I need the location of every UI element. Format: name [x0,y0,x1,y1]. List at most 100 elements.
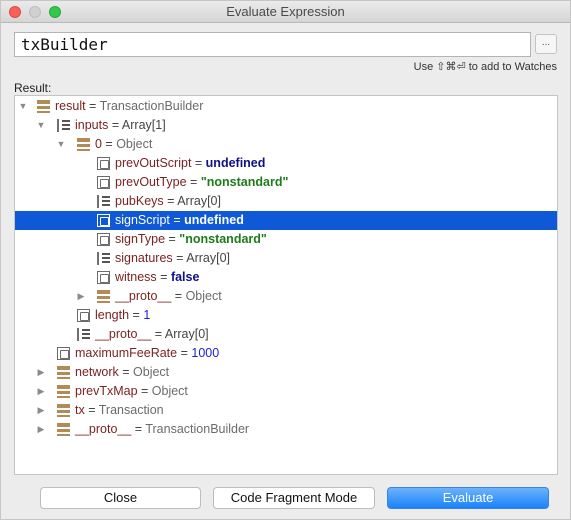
tree-item-name: inputs [75,118,109,132]
tree-item-value: Object [185,289,222,303]
tree-item-equals: = [85,99,100,113]
tree-item-value: 1 [143,308,151,322]
tree-row[interactable]: ▼ inputs = Array[1] [15,116,557,135]
primitive-icon [77,309,90,322]
expression-input[interactable] [14,32,531,57]
object-icon [57,423,70,436]
tree-item-value: "nonstandard" [179,232,267,246]
result-tree[interactable]: ▼ result = TransactionBuilder ▼ inputs =… [14,95,558,475]
tree-item-name: 0 [95,137,102,151]
tree-item-equals: = [186,175,201,189]
tree-expanded-arrow-icon[interactable]: ▼ [35,116,47,135]
tree-expanded-arrow-icon[interactable]: ▼ [55,135,67,154]
tree-item-value: Array[0] [177,194,221,208]
tree-collapsed-arrow-icon[interactable]: ▶ [35,420,47,439]
tree-collapsed-arrow-icon[interactable]: ▶ [35,401,47,420]
tree-row[interactable]: pubKeys = Array[0] [15,192,557,211]
tree-item-value: undefined [205,156,266,170]
tree-item-equals: = [129,308,144,322]
close-button[interactable]: Close [40,487,201,509]
tree-item-equals: = [165,232,180,246]
object-icon [57,404,70,417]
tree-expanded-arrow-icon[interactable]: ▼ [17,97,29,116]
tree-item-value: undefined [184,213,244,227]
tree-item-name: signatures [115,251,173,265]
array-icon [97,252,110,265]
tree-item-name: __proto__ [95,327,152,341]
tree-collapsed-arrow-icon[interactable]: ▶ [35,382,47,401]
tree-row[interactable]: prevOutScript = undefined [15,154,557,173]
tree-item-name: length [95,308,130,322]
tree-row[interactable]: maximumFeeRate = 1000 [15,344,557,363]
tree-item-name: tx [75,403,85,417]
tree-item-name: witness [115,270,157,284]
tree-item-equals: = [156,270,171,284]
tree-row[interactable]: ▼ 0 = Object [15,135,557,154]
evaluate-expression-window: Evaluate Expression ... Use ⇧⌘⏎ to add t… [0,0,571,520]
tree-row[interactable]: ▼ result = TransactionBuilder [15,97,557,116]
tree-item-name: prevTxMap [75,384,138,398]
tree-row[interactable]: __proto__ = Array[0] [15,325,557,344]
window-title: Evaluate Expression [226,4,345,19]
tree-item-equals: = [151,327,165,341]
tree-row[interactable]: witness = false [15,268,557,287]
object-icon [37,100,50,113]
tree-item-name: __proto__ [75,422,132,436]
title-bar: Evaluate Expression [1,1,570,23]
tree-item-name: pubKeys [115,194,164,208]
tree-row[interactable]: length = 1 [15,306,557,325]
tree-item-equals: = [108,118,122,132]
tree-item-equals: = [163,194,178,208]
object-icon [77,138,90,151]
tree-item-value: "nonstandard" [200,175,289,189]
tree-row[interactable]: ▶ prevTxMap = Object [15,382,557,401]
object-icon [97,290,110,303]
tree-item-value: TransactionBuilder [145,422,250,436]
primitive-icon [97,157,110,170]
tree-item-name: network [75,365,119,379]
tree-item-value: false [170,270,200,284]
tree-item-value: Array[0] [164,327,209,341]
tree-item-equals: = [177,346,192,360]
result-label: Result: [14,81,52,95]
evaluate-button[interactable]: Evaluate [387,487,549,509]
primitive-icon [97,233,110,246]
tree-item-name: signType [115,232,166,246]
tree-item-value: Array[1] [121,118,166,132]
object-icon [57,366,70,379]
tree-row[interactable]: prevOutType = "nonstandard" [15,173,557,192]
tree-item-equals: = [169,213,185,227]
primitive-icon [97,214,110,227]
tree-item-name: __proto__ [115,289,172,303]
tree-item-name: result [55,99,86,113]
tree-row[interactable]: ▶ tx = Transaction [15,401,557,420]
tree-row[interactable]: signatures = Array[0] [15,249,557,268]
primitive-icon [97,176,110,189]
tree-item-equals: = [137,384,152,398]
tree-row-selected[interactable]: signScript = undefined [15,211,557,230]
tree-item-equals: = [131,422,146,436]
tree-item-equals: = [171,289,186,303]
tree-collapsed-arrow-icon[interactable]: ▶ [35,363,47,382]
tree-item-value: 1000 [191,346,220,360]
tree-item-equals: = [84,403,99,417]
tree-item-value: TransactionBuilder [99,99,204,113]
array-icon [77,328,90,341]
tree-row[interactable]: ▶ __proto__ = TransactionBuilder [15,420,557,439]
tree-item-equals: = [101,137,117,151]
tree-row[interactable]: signType = "nonstandard" [15,230,557,249]
tree-item-value: Object [116,137,153,151]
tree-item-name: maximumFeeRate [75,346,178,360]
tree-row[interactable]: ▶ network = Object [15,363,557,382]
tree-item-value: Object [151,384,188,398]
tree-item-name: signScript [115,213,170,227]
expand-expression-button[interactable]: ... [535,34,557,54]
watches-hint: Use ⇧⌘⏎ to add to Watches [413,61,557,73]
tree-item-equals: = [118,365,134,379]
tree-item-value: Array[0] [186,251,231,265]
tree-item-equals: = [191,156,206,170]
tree-item-equals: = [172,251,187,265]
tree-collapsed-arrow-icon[interactable]: ▶ [75,287,87,306]
code-fragment-mode-button[interactable]: Code Fragment Mode [213,487,375,509]
tree-row[interactable]: ▶ __proto__ = Object [15,287,557,306]
